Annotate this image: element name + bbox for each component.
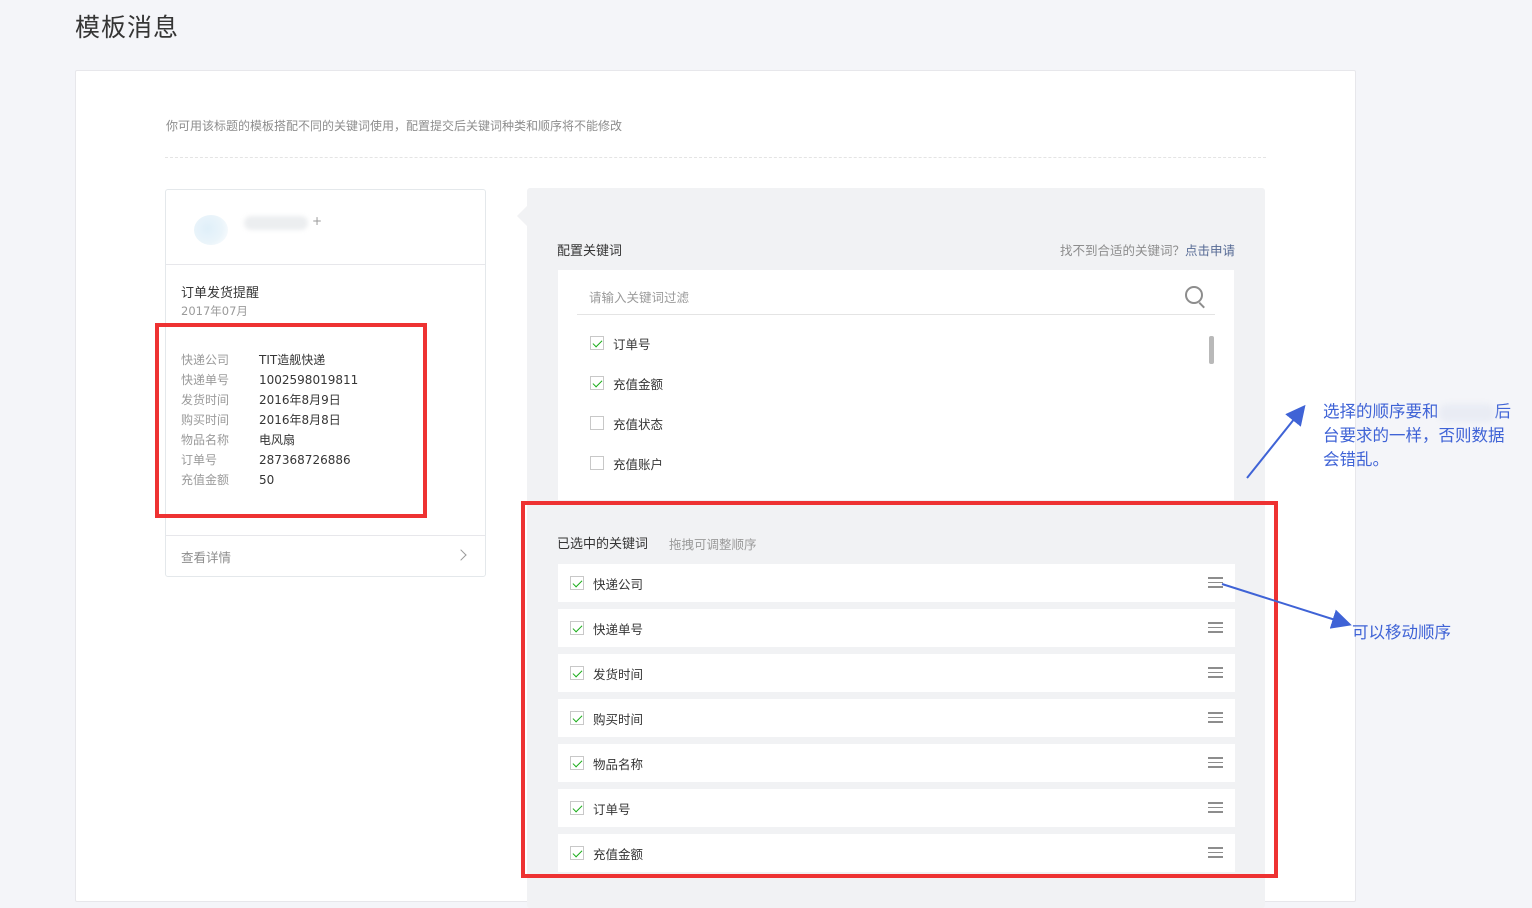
annotation-arrows — [1221, 404, 1352, 629]
blurred-text — [1438, 403, 1495, 422]
move-annotation-note: 可以移动顺序 — [1352, 623, 1451, 642]
arrow-to-move-note — [1221, 583, 1352, 629]
note-line2: 台要求的一样，否则数据 — [1323, 426, 1505, 445]
note-line1-b: 后 — [1494, 402, 1512, 421]
arrow-to-order-note — [1246, 404, 1306, 479]
note-line3: 会错乱。 — [1323, 450, 1389, 469]
note-line1-a: 选择的顺序要和 — [1323, 402, 1439, 421]
order-annotation-note: 选择的顺序要和 后 台要求的一样，否则数据 会错乱。 — [1323, 400, 1511, 472]
